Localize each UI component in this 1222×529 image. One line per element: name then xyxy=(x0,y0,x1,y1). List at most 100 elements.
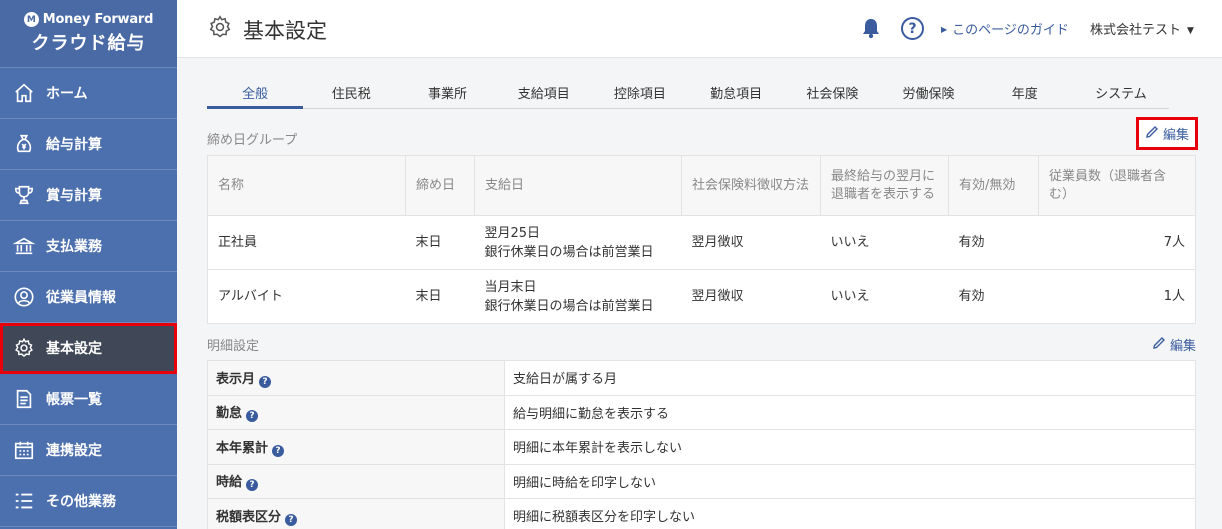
sidebar-item-label: 従業員情報 xyxy=(46,290,116,306)
status: 有効 xyxy=(948,215,1039,270)
setting-value: 明細に税額表区分を印字しない xyxy=(504,498,1196,529)
setting-value: 支給日が属する月 xyxy=(504,360,1196,396)
employee-icon xyxy=(12,285,36,309)
tab-general[interactable]: 全般 xyxy=(207,78,304,109)
column-header: 支給日 xyxy=(474,155,682,216)
tab-social-insurance[interactable]: 社会保険 xyxy=(784,78,880,108)
gear-icon xyxy=(12,336,36,360)
closing-group-title: 締め日グループ xyxy=(207,133,298,148)
tab-resident-tax[interactable]: 住民税 xyxy=(303,78,399,108)
trophy-icon xyxy=(12,183,36,207)
insurance-method: 翌月徴収 xyxy=(681,269,821,324)
column-header: 締め日 xyxy=(405,155,475,216)
tab-attendance-items[interactable]: 勤怠項目 xyxy=(688,78,784,108)
column-header: 名称 xyxy=(207,155,406,216)
setting-value: 明細に本年累計を表示しない xyxy=(504,429,1196,465)
help-icon[interactable]: ? xyxy=(285,513,298,526)
setting-label: 時給? xyxy=(207,463,505,499)
sidebar-item-label: 基本設定 xyxy=(46,341,102,357)
main-content: 全般 住民税 事業所 支給項目 控除項目 勤怠項目 社会保険 労働保険 年度 シ… xyxy=(177,59,1222,529)
sidebar-item-payroll[interactable]: 給与計算 xyxy=(0,119,177,170)
tab-offices[interactable]: 事業所 xyxy=(399,78,495,108)
home-icon xyxy=(12,81,36,105)
table-row: 本年累計? 明細に本年累計を表示しない xyxy=(207,429,1196,465)
detail-settings-table: 表示月? 支給日が属する月 勤怠? 給与明細に勤怠を表示する 本年累計? 明細に… xyxy=(207,360,1196,529)
sidebar-item-label: 支払業務 xyxy=(46,239,102,255)
triangle-right-icon: ▶ xyxy=(941,25,948,34)
sidebar-item-label: その他業務 xyxy=(46,494,116,510)
setting-value: 給与明細に勤怠を表示する xyxy=(504,394,1196,430)
sidebar-item-label: 連携設定 xyxy=(46,443,102,459)
page-title-text: 基本設定 xyxy=(243,18,327,43)
brand-name: Money Forward xyxy=(42,12,154,27)
bank-icon xyxy=(12,234,36,258)
product-name: クラウド給与 xyxy=(31,33,146,54)
column-header: 社会保険料徴収方法 xyxy=(681,155,821,216)
page-title: 基本設定 xyxy=(207,14,327,45)
closing-group-edit-button[interactable]: 編集 xyxy=(1135,117,1199,150)
pencil-icon xyxy=(1145,125,1159,143)
status: 有効 xyxy=(948,269,1039,324)
yen-bag-icon xyxy=(12,132,36,156)
setting-label: 表示月? xyxy=(207,360,505,396)
list-icon xyxy=(12,489,36,513)
money-forward-logo-icon: M xyxy=(23,12,39,27)
help-icon[interactable]: ? xyxy=(901,17,924,40)
table-row: 勤怠? 給与明細に勤怠を表示する xyxy=(207,394,1196,430)
sidebar-item-bonus[interactable]: 賞与計算 xyxy=(0,170,177,221)
sidebar-item-other[interactable]: その他業務 xyxy=(0,476,177,527)
sidebar-item-integrations[interactable]: 連携設定 xyxy=(0,425,177,476)
closing-day: 末日 xyxy=(405,215,475,270)
sidebar-item-label: 給与計算 xyxy=(46,137,102,153)
detail-settings-edit-button[interactable]: 編集 xyxy=(1152,335,1196,354)
table-row[interactable]: アルバイト 末日 当月末日 銀行休業日の場合は前営業日 翌月徴収 いいえ 有効 1… xyxy=(207,269,1196,324)
page-guide-link[interactable]: ▶ このページのガイド xyxy=(941,19,1069,38)
group-name: 正社員 xyxy=(207,215,406,270)
help-icon[interactable]: ? xyxy=(272,444,285,457)
logo[interactable]: M Money Forward クラウド給与 xyxy=(0,0,177,68)
help-icon[interactable]: ? xyxy=(259,375,272,388)
employee-count: 7人 xyxy=(1038,215,1196,270)
employee-count: 1人 xyxy=(1038,269,1196,324)
company-menu[interactable]: 株式会社テスト ▼ xyxy=(1090,19,1194,38)
insurance-method: 翌月徴収 xyxy=(681,215,821,270)
sidebar-item-home[interactable]: ホーム xyxy=(0,68,177,119)
notification-bell-icon[interactable] xyxy=(861,17,881,43)
sidebar-item-settings[interactable]: 基本設定 xyxy=(0,323,177,374)
help-icon[interactable]: ? xyxy=(246,410,259,423)
sidebar-item-employees[interactable]: 従業員情報 xyxy=(0,272,177,323)
gear-icon xyxy=(207,14,233,45)
tab-system[interactable]: システム xyxy=(1073,78,1169,108)
setting-label: 本年累計? xyxy=(207,429,505,465)
column-header: 従業員数（退職者含む） xyxy=(1038,155,1196,216)
table-row: 税額表区分? 明細に税額表区分を印字しない xyxy=(207,498,1196,529)
column-header: 最終給与の翌月に退職者を表示する xyxy=(820,155,949,216)
table-header-row: 名称 締め日 支給日 社会保険料徴収方法 最終給与の翌月に退職者を表示する 有効… xyxy=(207,155,1196,216)
tab-labor-insurance[interactable]: 労働保険 xyxy=(880,78,976,108)
settings-tabs: 全般 住民税 事業所 支給項目 控除項目 勤怠項目 社会保険 労働保険 年度 シ… xyxy=(207,78,1169,109)
group-name: アルバイト xyxy=(207,269,406,324)
tab-payment-items[interactable]: 支給項目 xyxy=(496,78,592,108)
sidebar-item-payment[interactable]: 支払業務 xyxy=(0,221,177,272)
pencil-icon xyxy=(1152,336,1166,354)
sidebar: M Money Forward クラウド給与 ホーム 給与計算 賞与計算 支払業… xyxy=(0,0,177,529)
show-retired: いいえ xyxy=(820,269,949,324)
document-icon xyxy=(12,387,36,411)
table-row: 時給? 明細に時給を印字しない xyxy=(207,463,1196,499)
closing-day: 末日 xyxy=(405,269,475,324)
setting-label: 勤怠? xyxy=(207,394,505,430)
tab-fiscal-year[interactable]: 年度 xyxy=(977,78,1073,108)
closing-group-table: 名称 締め日 支給日 社会保険料徴収方法 最終給与の翌月に退職者を表示する 有効… xyxy=(207,155,1196,324)
tab-deduction-items[interactable]: 控除項目 xyxy=(592,78,688,108)
sidebar-item-label: 帳票一覧 xyxy=(46,392,102,408)
header: 基本設定 ? ▶ このページのガイド 株式会社テスト ▼ xyxy=(177,0,1222,58)
help-icon[interactable]: ? xyxy=(246,479,259,492)
pay-day: 当月末日 銀行休業日の場合は前営業日 xyxy=(474,269,682,324)
table-row[interactable]: 正社員 末日 翌月25日 銀行休業日の場合は前営業日 翌月徴収 いいえ 有効 7人 xyxy=(207,215,1196,270)
setting-value: 明細に時給を印字しない xyxy=(504,463,1196,499)
setting-label: 税額表区分? xyxy=(207,498,505,529)
show-retired: いいえ xyxy=(820,215,949,270)
sidebar-item-reports[interactable]: 帳票一覧 xyxy=(0,374,177,425)
detail-settings-title: 明細設定 xyxy=(207,339,260,354)
calendar-icon xyxy=(12,438,36,462)
